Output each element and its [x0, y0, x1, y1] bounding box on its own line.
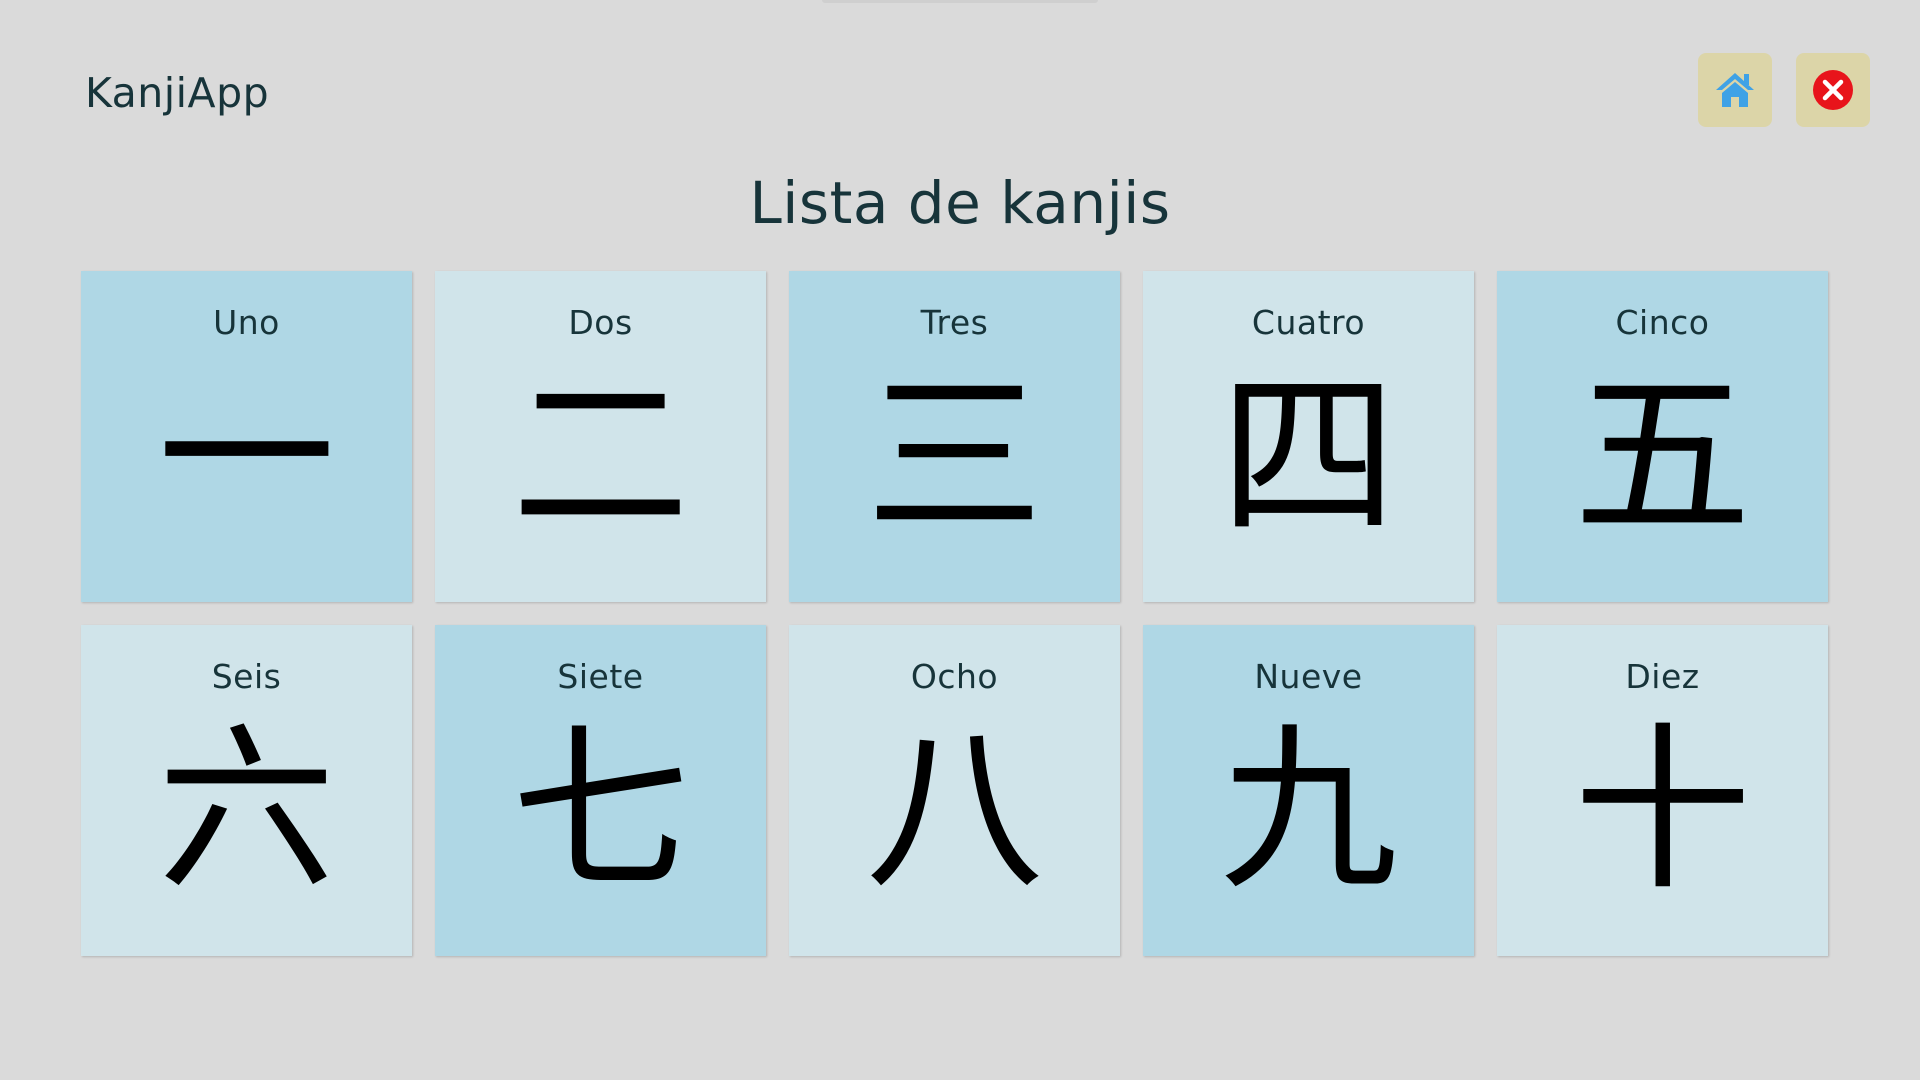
kanji-card-label: Uno	[213, 303, 280, 342]
kanji-card-label: Ocho	[910, 657, 999, 696]
kanji-character: 七	[511, 707, 690, 914]
kanji-card-label: Tres	[920, 303, 989, 342]
home-button[interactable]	[1698, 53, 1772, 127]
kanji-character: 六	[157, 707, 336, 914]
kanji-character: 二	[511, 353, 690, 560]
close-button[interactable]	[1796, 53, 1870, 127]
kanji-card-label: Dos	[568, 303, 633, 342]
kanji-card-label: Seis	[211, 657, 282, 696]
home-icon	[1716, 73, 1754, 107]
top-notch	[822, 0, 1098, 3]
kanji-character: 四	[1219, 353, 1398, 560]
kanji-character: 十	[1573, 707, 1752, 914]
kanji-character: 一	[157, 353, 336, 560]
kanji-card-seis[interactable]: Seis 六	[81, 625, 412, 956]
app-title: KanjiApp	[85, 69, 270, 117]
kanji-card-dos[interactable]: Dos 二	[435, 271, 766, 602]
kanji-card-diez[interactable]: Diez 十	[1497, 625, 1828, 956]
kanji-card-tres[interactable]: Tres 三	[789, 271, 1120, 602]
kanji-card-ocho[interactable]: Ocho 八	[789, 625, 1120, 956]
kanji-card-label: Cinco	[1615, 303, 1710, 342]
kanji-card-label: Siete	[557, 657, 644, 696]
kanji-card-label: Cuatro	[1251, 303, 1366, 342]
kanji-card-label: Nueve	[1254, 657, 1363, 696]
kanji-card-label: Diez	[1625, 657, 1700, 696]
kanji-card-uno[interactable]: Uno 一	[81, 271, 412, 602]
kanji-character: 五	[1573, 353, 1752, 560]
kanji-card-cinco[interactable]: Cinco 五	[1497, 271, 1828, 602]
close-icon	[1813, 70, 1853, 110]
kanji-card-nueve[interactable]: Nueve 九	[1143, 625, 1474, 956]
kanji-card-siete[interactable]: Siete 七	[435, 625, 766, 956]
kanji-grid: Uno 一 Dos 二 Tres 三 Cuatro 四 Cinco 五 Seis…	[81, 271, 1828, 956]
kanji-card-cuatro[interactable]: Cuatro 四	[1143, 271, 1474, 602]
page-title: Lista de kanjis	[749, 169, 1171, 237]
kanji-character: 九	[1219, 707, 1398, 914]
kanji-character: 三	[865, 353, 1044, 560]
kanji-character: 八	[865, 707, 1044, 914]
